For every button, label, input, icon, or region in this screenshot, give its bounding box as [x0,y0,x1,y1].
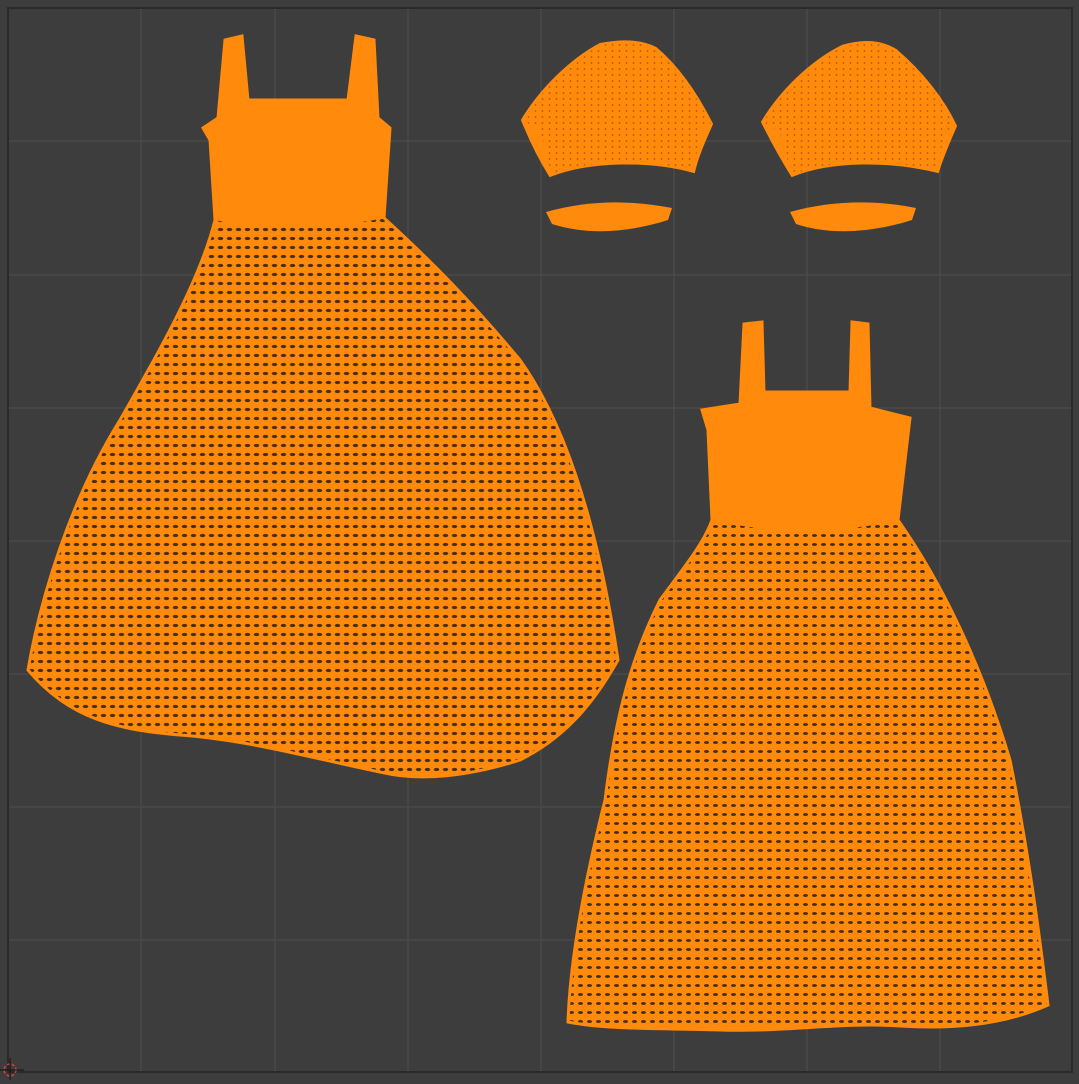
uv-editor-canvas[interactable] [0,0,1079,1080]
uv-viewport[interactable] [0,0,1079,1080]
2d-cursor-icon[interactable] [0,1056,24,1080]
